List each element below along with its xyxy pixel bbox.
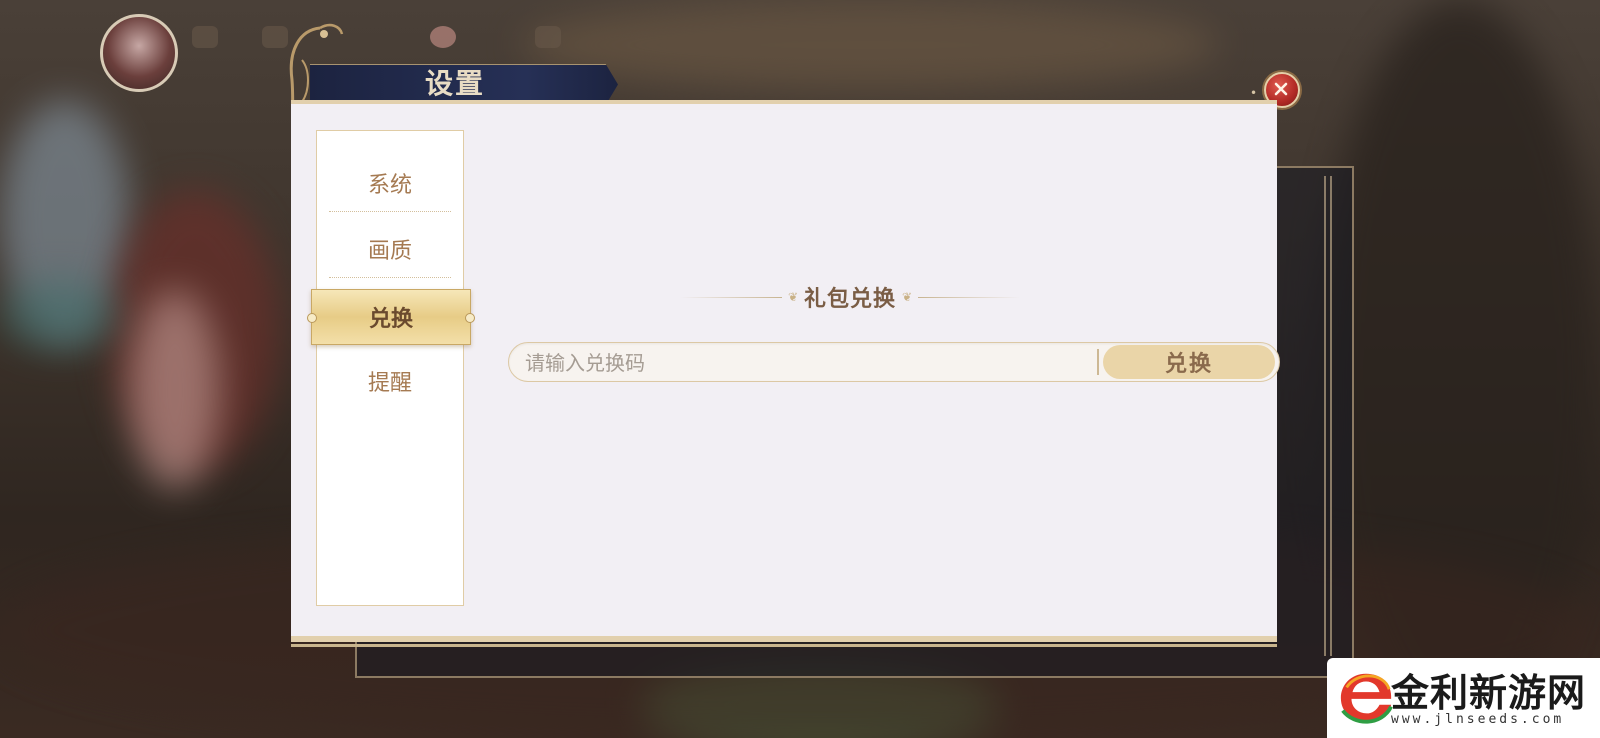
menu-divider (329, 211, 451, 212)
tab-label: 兑换 (368, 306, 413, 332)
tab-label: 系统 (367, 173, 412, 198)
resource-icon (535, 26, 561, 48)
input-divider (1097, 349, 1099, 375)
tab-ornament-dot (465, 313, 475, 323)
tab-label: 画质 (367, 239, 412, 264)
settings-sidebar: 系统 画质 兑换 提醒 (307, 130, 475, 606)
site-watermark: 金利新游网 www.jlnseeds.com (1327, 658, 1600, 738)
redeem-code-bar: 兑换 (508, 342, 1280, 383)
background-curtain (130, 290, 220, 490)
menu-divider (329, 277, 451, 278)
flower-icon (430, 26, 456, 48)
redeem-button[interactable]: 兑换 (1103, 345, 1275, 379)
leaf-ornament-icon: ❦ (787, 290, 798, 304)
leaf-ornament-icon: ❦ (902, 290, 913, 304)
section-heading: ❦ 礼包兑换 ❦ (680, 282, 1021, 312)
tab-ornament-dot (307, 313, 317, 323)
tab-graphics[interactable]: 画质 (317, 217, 463, 281)
section-title: 礼包兑换 (804, 286, 897, 312)
tab-redeem[interactable]: 兑换 (307, 289, 475, 345)
tab-label: 提醒 (367, 371, 412, 396)
background-balcony (520, 0, 1220, 90)
background-vase (0, 280, 120, 350)
player-avatar[interactable] (100, 14, 178, 92)
page-title: 设置 (425, 67, 486, 100)
heading-line (680, 296, 782, 298)
tab-system[interactable]: 系统 (317, 151, 463, 215)
currency-icon (192, 26, 218, 48)
site-logo-icon (1340, 673, 1393, 724)
heading-line (918, 296, 1021, 298)
tab-reminder[interactable]: 提醒 (317, 349, 463, 413)
watermark-url: www.jlnseeds.com (1391, 712, 1565, 727)
redeem-code-input[interactable] (523, 343, 1087, 383)
close-icon (1274, 82, 1288, 96)
watermark-name: 金利新游网 (1391, 671, 1587, 715)
